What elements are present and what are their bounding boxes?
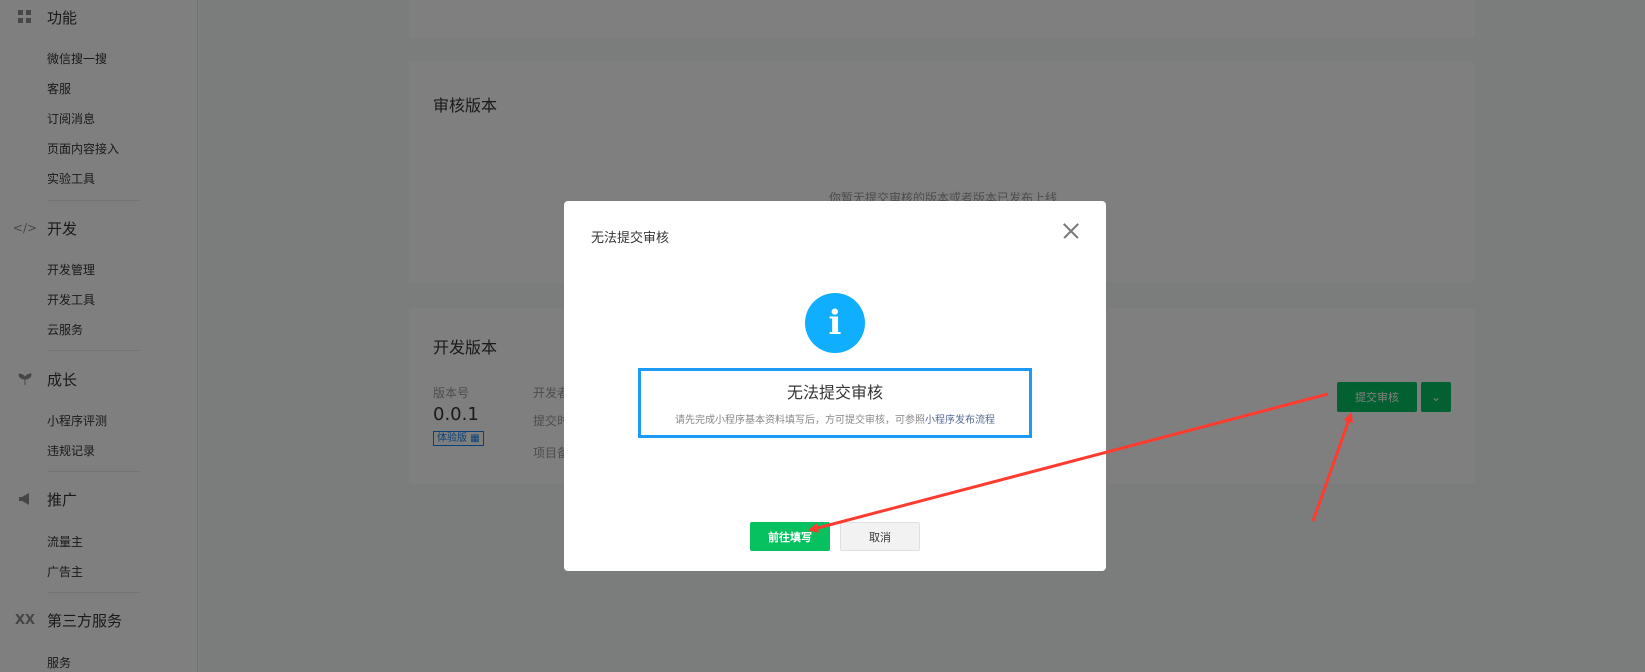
message-highlight: 无法提交审核 请先完成小程序基本资料填写后，方可提交审核，可参照小程序发布流程 <box>638 368 1032 438</box>
close-icon[interactable] <box>1059 219 1083 243</box>
message-text: 请先完成小程序基本资料填写后，方可提交审核，可参照 <box>675 415 925 426</box>
cannot-submit-dialog: 无法提交审核 i 无法提交审核 请先完成小程序基本资料填写后，方可提交审核，可参… <box>564 201 1106 571</box>
message-description: 请先完成小程序基本资料填写后，方可提交审核，可参照小程序发布流程 <box>641 411 1029 426</box>
dialog-title: 无法提交审核 <box>591 231 670 246</box>
info-icon: i <box>805 293 865 353</box>
cancel-button[interactable]: 取消 <box>840 522 920 551</box>
go-fill-button[interactable]: 前往填写 <box>750 522 830 551</box>
publish-flow-link[interactable]: 小程序发布流程 <box>925 415 995 426</box>
message-title: 无法提交审核 <box>786 383 883 402</box>
